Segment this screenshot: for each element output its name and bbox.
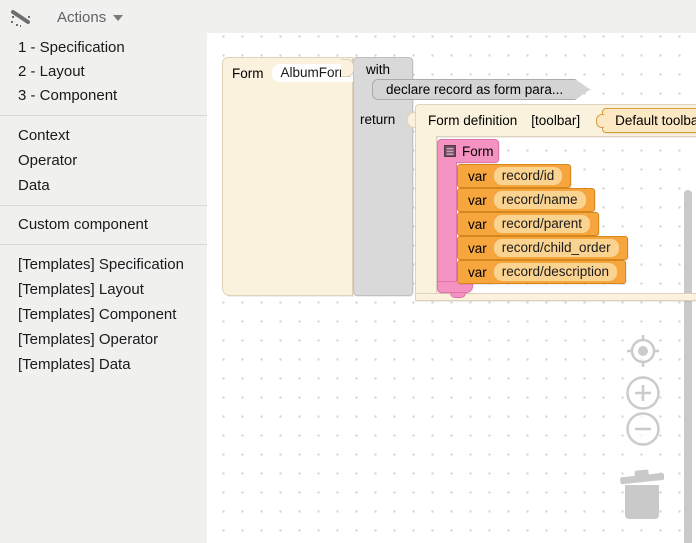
form-definition-block[interactable]: Form definition [toolbar] Default toolba…: [415, 104, 696, 137]
sidebar-divider: [0, 205, 207, 206]
zoom-in-button[interactable]: [626, 376, 660, 410]
toolbar-param-label: [toolbar]: [531, 113, 580, 128]
actions-menu-button[interactable]: Actions: [57, 7, 123, 27]
var-block-record-id[interactable]: var record/id: [457, 164, 571, 188]
sidebar-item-operator[interactable]: Operator: [0, 148, 207, 173]
sidebar-item-context[interactable]: Context: [0, 123, 207, 148]
form-icon: [444, 145, 456, 157]
var-name-field[interactable]: record/parent: [494, 215, 590, 233]
return-label: return: [360, 112, 395, 127]
sidebar-item-specification[interactable]: 1 - Specification: [0, 36, 207, 60]
sidebar-item-templates-layout[interactable]: [Templates] Layout: [0, 277, 207, 302]
sidebar: 1 - Specification 2 - Layout 3 - Compone…: [0, 36, 207, 377]
var-keyword: var: [468, 217, 487, 232]
toolbar-block-output-tab: [596, 114, 604, 128]
var-keyword: var: [468, 265, 487, 280]
var-name-field[interactable]: record/description: [494, 263, 617, 281]
sidebar-divider: [0, 115, 207, 116]
var-block-record-child-order[interactable]: var record/child_order: [457, 236, 628, 260]
actions-menu-label: Actions: [57, 9, 106, 26]
sidebar-divider: [0, 244, 207, 245]
form-definition-spine[interactable]: [415, 136, 437, 294]
sidebar-item-templates-data[interactable]: [Templates] Data: [0, 352, 207, 377]
crosshair-target-icon[interactable]: [626, 334, 660, 368]
with-label: with: [366, 62, 390, 77]
sidebar-item-component[interactable]: 3 - Component: [0, 84, 207, 108]
form-component-label: Form: [462, 144, 494, 159]
form-block[interactable]: Form AlbumForm: [222, 57, 353, 296]
var-name-field[interactable]: record/id: [494, 167, 563, 185]
var-block-record-name[interactable]: var record/name: [457, 188, 595, 212]
form-block-output-tab: [341, 59, 354, 77]
declare-record-collapsed-block[interactable]: declare record as form para...: [372, 79, 590, 100]
sidebar-item-templates-operator[interactable]: [Templates] Operator: [0, 327, 207, 352]
sidebar-item-custom-component[interactable]: Custom component: [0, 213, 207, 237]
var-block-record-description[interactable]: var record/description: [457, 260, 626, 284]
form-component-next-tab: [450, 292, 466, 298]
sidebar-item-layout[interactable]: 2 - Layout: [0, 60, 207, 84]
block-workspace-canvas[interactable]: Form AlbumForm with return declare recor…: [207, 33, 696, 543]
zoom-out-button[interactable]: [626, 412, 660, 446]
form-definition-label: Form definition: [428, 113, 517, 128]
trash-can-icon[interactable]: [615, 463, 671, 523]
sidebar-item-templates-component[interactable]: [Templates] Component: [0, 302, 207, 327]
form-block-label: Form: [232, 66, 264, 81]
var-name-field[interactable]: record/child_order: [494, 239, 619, 257]
magic-wand-icon[interactable]: [8, 5, 32, 29]
default-toolbar-label: Default toolbar: [615, 113, 696, 128]
var-keyword: var: [468, 241, 487, 256]
form-component-spine[interactable]: [437, 162, 457, 282]
sidebar-item-data[interactable]: Data: [0, 173, 207, 198]
chevron-down-icon: [113, 15, 123, 21]
var-keyword: var: [468, 193, 487, 208]
form-component-block[interactable]: Form: [437, 139, 499, 163]
var-keyword: var: [468, 169, 487, 184]
sidebar-item-templates-specification[interactable]: [Templates] Specification: [0, 252, 207, 277]
var-name-field[interactable]: record/name: [494, 191, 586, 209]
vertical-scrollbar[interactable]: [684, 190, 692, 543]
default-toolbar-block[interactable]: Default toolbar: [602, 108, 696, 133]
var-block-record-parent[interactable]: var record/parent: [457, 212, 599, 236]
